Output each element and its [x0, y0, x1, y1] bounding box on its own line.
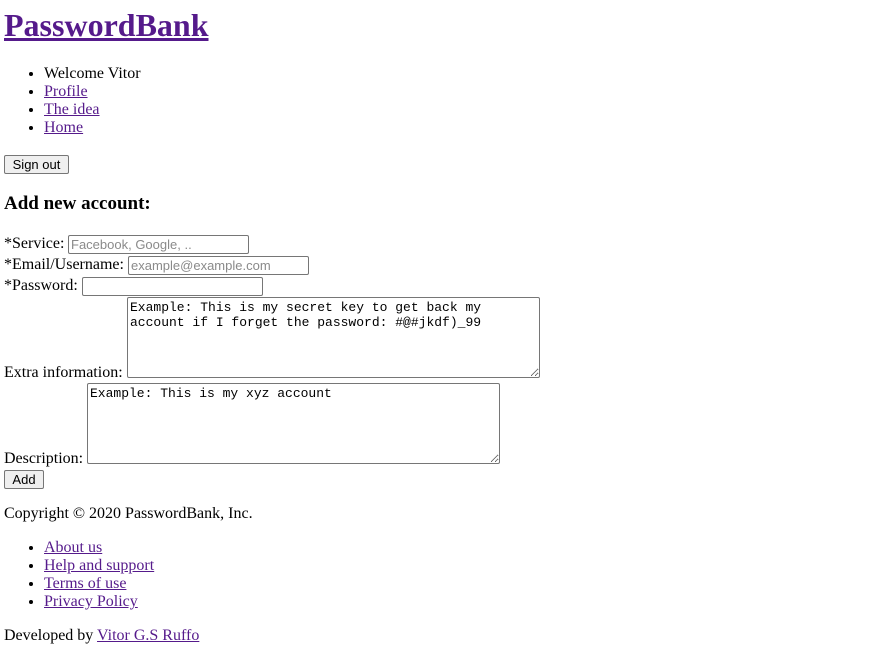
- email-label: *Email/Username:: [4, 256, 124, 273]
- nav-item-the-idea: The idea: [44, 101, 141, 119]
- service-label: *Service:: [4, 235, 65, 252]
- nav-welcome: Welcome Vitor: [44, 65, 141, 83]
- developed-by-text: Developed by: [4, 627, 94, 644]
- footer-link-privacy-policy[interactable]: Privacy Policy: [44, 593, 138, 610]
- nav-link-home[interactable]: Home: [44, 119, 83, 136]
- service-input[interactable]: [68, 235, 249, 254]
- sign-out-button[interactable]: Sign out: [4, 155, 69, 174]
- form-title: Add new account:: [4, 193, 151, 214]
- footer-item-privacy: Privacy Policy: [44, 593, 154, 611]
- main-nav: Welcome Vitor Profile The idea Home: [4, 65, 141, 137]
- nav-item-profile: Profile: [44, 83, 141, 101]
- nav-link-profile[interactable]: Profile: [44, 83, 88, 100]
- footer-nav: About us Help and support Terms of use P…: [4, 539, 154, 611]
- extra-information-textarea[interactable]: [127, 297, 540, 378]
- extra-information-label: Extra information:: [4, 364, 123, 381]
- email-input[interactable]: [128, 256, 309, 275]
- nav-link-the-idea[interactable]: The idea: [44, 101, 100, 118]
- brand-link[interactable]: PasswordBank: [4, 7, 209, 43]
- description-textarea[interactable]: [87, 383, 500, 464]
- password-input[interactable]: [82, 277, 263, 296]
- developer-link[interactable]: Vitor G.S Ruffo: [97, 627, 199, 644]
- description-label: Description:: [4, 450, 84, 467]
- footer-link-about-us[interactable]: About us: [44, 539, 102, 556]
- developer-credit: Developed by Vitor G.S Ruffo: [4, 627, 199, 645]
- footer-link-terms-of-use[interactable]: Terms of use: [44, 575, 126, 592]
- password-label: *Password:: [4, 277, 78, 294]
- footer-item-about: About us: [44, 539, 154, 557]
- footer-item-help: Help and support: [44, 557, 154, 575]
- copyright-text: Copyright © 2020 PasswordBank, Inc.: [4, 505, 253, 522]
- nav-item-home: Home: [44, 119, 141, 137]
- add-button[interactable]: Add: [4, 470, 44, 489]
- brand-title: PasswordBank: [4, 6, 209, 44]
- footer-item-terms: Terms of use: [44, 575, 154, 593]
- footer-link-help-and-support[interactable]: Help and support: [44, 557, 154, 574]
